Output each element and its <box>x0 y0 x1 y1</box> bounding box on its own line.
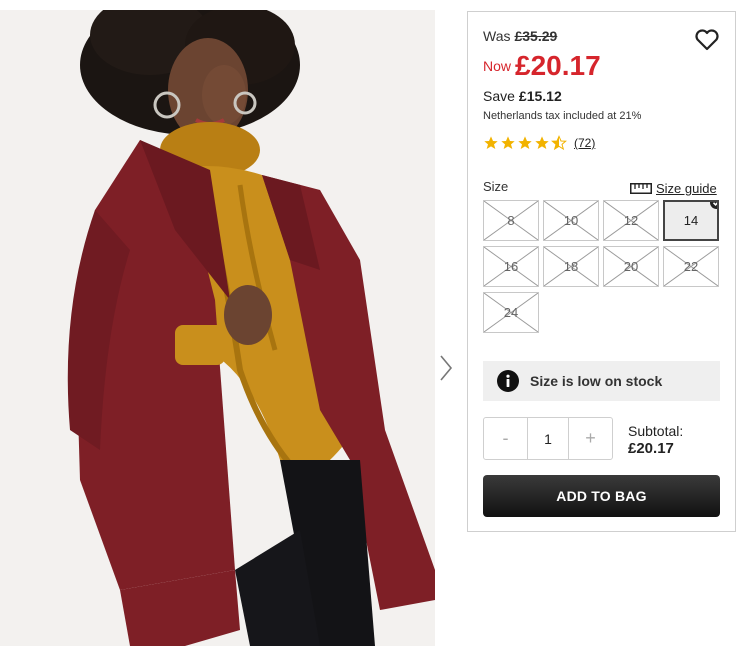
low-stock-message: Size is low on stock <box>530 373 663 389</box>
size-option-label: 8 <box>507 213 515 228</box>
size-option-label: 18 <box>563 259 579 274</box>
subtotal-label: Subtotal: <box>628 423 684 439</box>
was-price-value: £35.29 <box>514 28 558 44</box>
star-icon <box>484 136 498 149</box>
subtotal: Subtotal: £20.17 <box>628 422 683 458</box>
product-image <box>0 10 435 646</box>
size-option-label: 12 <box>623 213 639 228</box>
size-option-label: 14 <box>683 213 699 228</box>
quantity-input[interactable]: 1 <box>527 418 569 459</box>
size-option-24[interactable]: 24 <box>483 292 539 333</box>
low-stock-banner: Size is low on stock <box>483 361 720 401</box>
size-guide-label: Size guide <box>656 181 717 196</box>
size-option-8[interactable]: 8 <box>483 200 539 241</box>
star-half-icon <box>551 135 567 151</box>
save-label: Save <box>483 88 515 104</box>
next-image-button[interactable] <box>437 353 455 383</box>
star-icon <box>535 136 549 149</box>
size-option-18[interactable]: 18 <box>543 246 599 287</box>
size-option-12[interactable]: 12 <box>603 200 659 241</box>
product-photo <box>0 10 435 646</box>
quantity-decrease-button[interactable]: - <box>484 418 527 459</box>
size-label: Size <box>483 179 509 194</box>
quantity-stepper: - 1 + <box>483 417 613 460</box>
add-to-bag-button[interactable]: ADD TO BAG <box>483 475 720 517</box>
size-option-label: 10 <box>563 213 579 228</box>
purchase-panel: Was £35.29 Now £20.17 Save £15.12 Netherlan… <box>467 11 736 532</box>
now-price: Now £20.17 <box>483 50 601 82</box>
product-rating: (72) <box>483 135 595 151</box>
quantity-increase-button[interactable]: + <box>569 418 612 459</box>
was-price: Was £35.29 <box>483 28 557 44</box>
star-icon <box>518 136 532 149</box>
size-option-label: 24 <box>503 305 519 320</box>
size-option-label: 20 <box>623 259 639 274</box>
size-option-20[interactable]: 20 <box>603 246 659 287</box>
was-label: Was <box>483 28 511 44</box>
subtotal-value: £20.17 <box>628 440 674 457</box>
star-icon <box>501 136 515 149</box>
save-amount: Save £15.12 <box>483 88 562 104</box>
save-amount-value: £15.12 <box>518 88 562 104</box>
heart-outline-icon <box>695 29 719 51</box>
size-option-16[interactable]: 16 <box>483 246 539 287</box>
info-circle-icon <box>497 370 519 392</box>
rating-stars <box>483 135 568 151</box>
size-option-14[interactable]: 14 <box>663 200 719 241</box>
review-count-link[interactable]: (72) <box>574 136 595 150</box>
size-option-label: 16 <box>503 259 519 274</box>
now-label: Now <box>483 58 512 74</box>
chevron-right-icon <box>440 355 453 381</box>
check-circle-icon <box>710 202 717 209</box>
size-option-label: 22 <box>683 259 699 274</box>
now-price-value: £20.17 <box>515 50 601 81</box>
wishlist-button[interactable] <box>694 28 720 52</box>
size-guide-link[interactable]: Size guide <box>630 181 717 196</box>
ruler-icon <box>630 183 652 194</box>
size-option-22[interactable]: 22 <box>663 246 719 287</box>
size-option-10[interactable]: 10 <box>543 200 599 241</box>
tax-note: Netherlands tax included at 21% <box>483 110 642 122</box>
